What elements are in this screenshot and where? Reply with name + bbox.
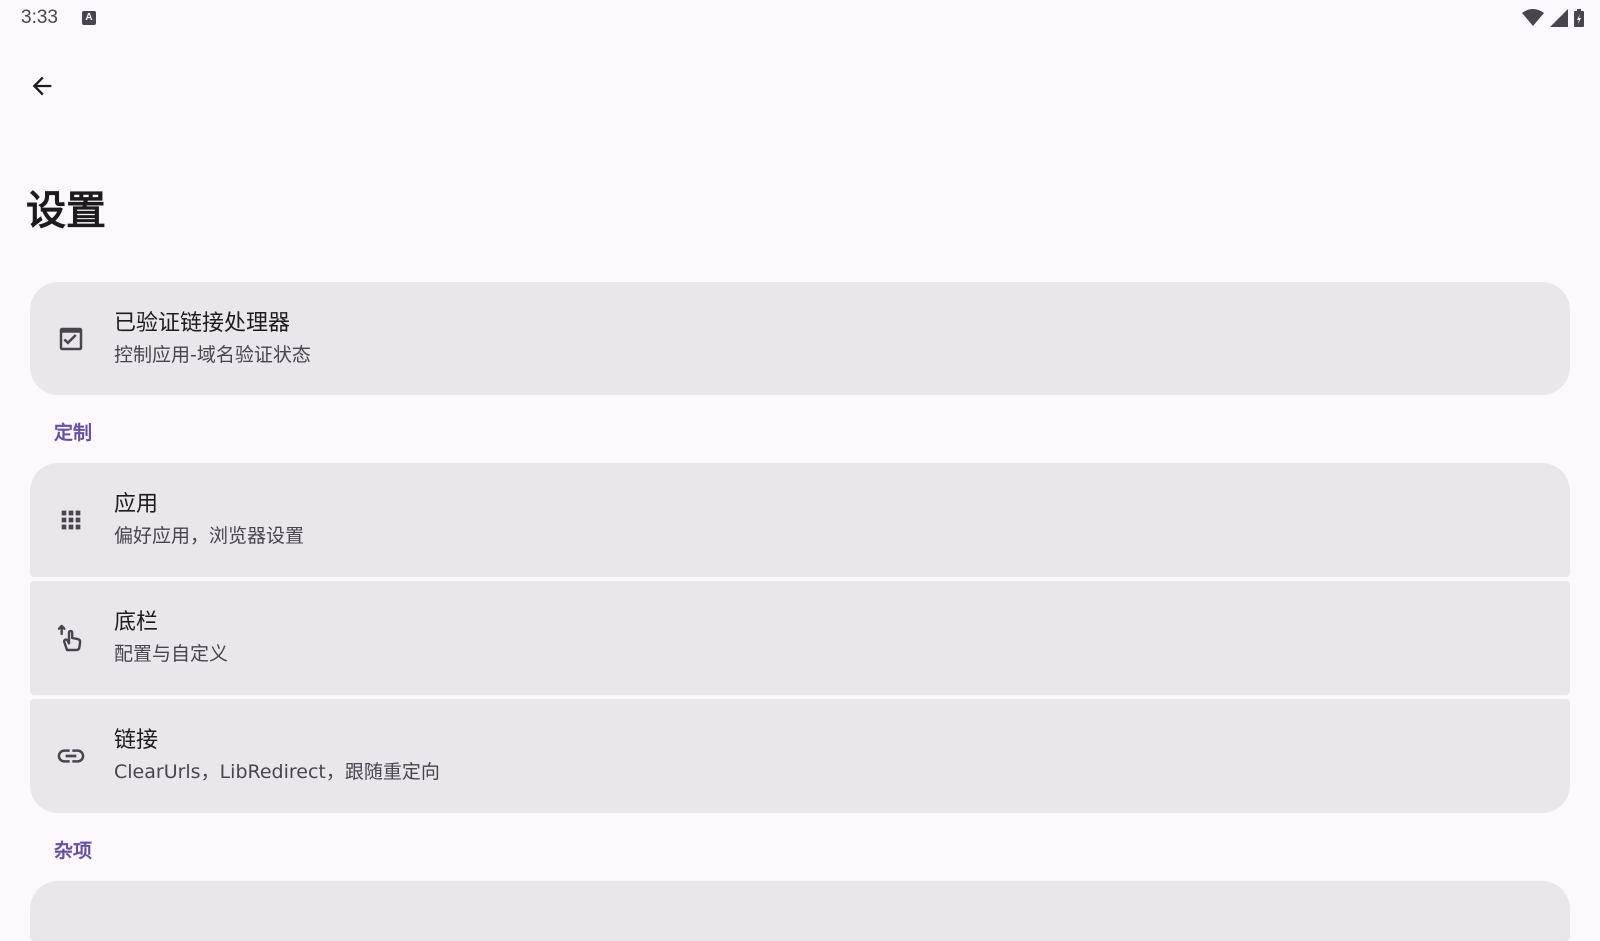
- keyboard-indicator-icon: A: [82, 11, 96, 25]
- item-subtitle: 控制应用-域名验证状态: [114, 343, 311, 366]
- battery-icon: [1574, 9, 1584, 27]
- wifi-icon: [1522, 9, 1544, 26]
- page-title: 设置: [26, 188, 106, 234]
- item-subtitle: 配置与自定义: [114, 643, 229, 665]
- apps-grid-icon: [55, 504, 87, 536]
- links-item[interactable]: 链接 ClearUrls，LibRedirect，跟随重定向: [30, 699, 1570, 813]
- back-button[interactable]: [18, 62, 66, 110]
- status-bar: 3:33 A: [0, 0, 1600, 36]
- item-title: 链接: [114, 728, 159, 753]
- misc-item-partial[interactable]: [30, 881, 1570, 941]
- item-title: 底栏: [114, 610, 159, 635]
- status-icons: [1522, 9, 1584, 27]
- arrow-back-icon: [32, 76, 52, 96]
- verified-link-handlers-item[interactable]: 已验证链接处理器 控制应用-域名验证状态: [30, 282, 1570, 395]
- item-subtitle: 偏好应用，浏览器设置: [114, 525, 305, 547]
- link-icon: [55, 740, 87, 772]
- check-box-icon: [55, 323, 87, 355]
- bottom-bar-item[interactable]: 底栏 配置与自定义: [30, 581, 1570, 695]
- swipe-gesture-icon: [55, 622, 87, 654]
- item-subtitle: ClearUrls，LibRedirect，跟随重定向: [114, 761, 440, 783]
- cell-signal-icon: [1550, 9, 1568, 27]
- section-header-misc: 杂项: [54, 840, 93, 862]
- item-title: 已验证链接处理器: [114, 310, 291, 336]
- section-header-customize: 定制: [54, 422, 93, 444]
- item-title: 应用: [114, 492, 159, 517]
- apps-item[interactable]: 应用 偏好应用，浏览器设置: [30, 463, 1570, 577]
- status-time: 3:33: [21, 7, 58, 28]
